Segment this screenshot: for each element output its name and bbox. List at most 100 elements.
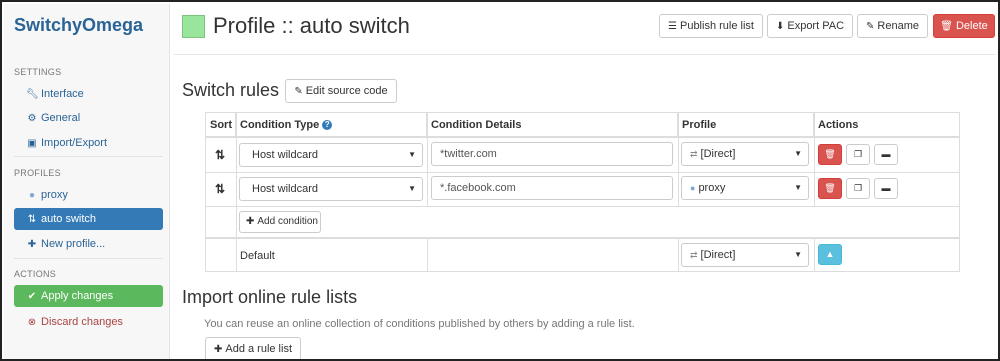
plus-icon: ✚ xyxy=(27,239,37,250)
edit-icon: ✎ xyxy=(294,86,303,97)
delete-rule-button[interactable]: 🗑︎ xyxy=(818,144,842,165)
condition-type-select[interactable]: Host wildcard ▼ xyxy=(239,177,423,201)
check-circle-icon: ✔ xyxy=(27,291,37,302)
comment-rule-button[interactable]: ▬ xyxy=(874,178,898,199)
cross-circle-icon: ⊗ xyxy=(27,317,37,328)
apply-label: Apply changes xyxy=(41,290,114,302)
download-icon: ⬇ xyxy=(775,21,785,32)
wrench-icon: 🔧︎ xyxy=(26,89,39,100)
actions-header: ACTIONS xyxy=(14,269,57,279)
apply-changes-button[interactable]: ✔ Apply changes xyxy=(14,285,163,307)
switch-rules-heading: Switch rules xyxy=(182,80,280,100)
edit-source-label: Edit source code xyxy=(305,85,388,97)
col-header-condition-type: Condition Type? xyxy=(236,113,427,138)
sidebar-item-interface[interactable]: 🔧︎ Interface xyxy=(14,83,163,105)
transfer-icon: ⇄ xyxy=(690,149,698,159)
discard-label: Discard changes xyxy=(41,316,123,328)
row-divider xyxy=(206,172,959,173)
switch-rules-table: Sort Condition Type? Condition Details P… xyxy=(205,112,960,272)
sidebar-item-new-profile[interactable]: ✚ New profile... xyxy=(14,233,163,255)
col-divider xyxy=(427,238,428,271)
clone-rule-button[interactable]: ❐ xyxy=(846,178,870,199)
plus-icon: ✚ xyxy=(246,216,255,227)
comment-icon: ▬ xyxy=(881,183,891,193)
floppy-icon: ▣ xyxy=(27,138,37,149)
col-divider xyxy=(678,113,679,207)
globe-icon: ● xyxy=(690,183,696,193)
default-profile-select[interactable]: ⇄ [Direct] ▼ xyxy=(681,243,809,267)
sort-handle-icon[interactable]: ⇅ xyxy=(215,148,225,162)
page-title: Profile :: auto switch xyxy=(213,13,410,38)
comment-icon: ▬ xyxy=(881,149,891,159)
gear-icon: ⚙ xyxy=(27,113,37,124)
col-divider xyxy=(814,238,815,271)
profile-color-swatch[interactable] xyxy=(182,15,205,38)
list-icon: ☰ xyxy=(668,21,677,32)
delete-rule-button[interactable]: 🗑︎ xyxy=(818,178,842,199)
clone-rule-button[interactable]: ❐ xyxy=(846,144,870,165)
sidebar-item-label: General xyxy=(41,112,81,124)
sidebar-item-label: New profile... xyxy=(41,238,106,250)
delete-button[interactable]: 🗑︎ Delete xyxy=(933,14,995,38)
plus-icon: ✚ xyxy=(213,344,223,355)
trash-icon: 🗑︎ xyxy=(824,149,836,159)
brand-title: SwitchyOmega xyxy=(14,15,144,35)
condition-details-input[interactable]: *twitter.com xyxy=(431,142,673,166)
sidebar-item-proxy[interactable]: ● proxy xyxy=(14,184,163,206)
chevron-up-icon: ▲ xyxy=(825,249,835,259)
caret-down-icon: ▼ xyxy=(794,183,802,192)
window-frame: SwitchyOmega SETTINGS 🔧︎ Interface ⚙ Gener… xyxy=(0,0,1000,361)
divider xyxy=(14,258,163,259)
add-rule-list-label: Add a rule list xyxy=(225,343,293,355)
edit-source-code-button[interactable]: ✎ Edit source code xyxy=(285,79,397,103)
publish-rule-list-button[interactable]: ☰ Publish rule list xyxy=(659,14,763,38)
comment-rule-button[interactable]: ▬ xyxy=(874,144,898,165)
divider xyxy=(14,156,163,157)
col-divider xyxy=(678,238,679,271)
rename-button[interactable]: ✎ Rename xyxy=(857,14,928,38)
add-condition-label: Add condition xyxy=(257,216,318,227)
import-rule-lists-heading: Import online rule lists xyxy=(182,287,358,307)
caret-down-icon: ▼ xyxy=(408,184,416,193)
sort-handle-icon[interactable]: ⇅ xyxy=(215,182,225,196)
col-header-sort: Sort xyxy=(206,113,236,138)
condition-type-select[interactable]: Host wildcard ▼ xyxy=(239,143,423,167)
trash-icon: 🗑︎ xyxy=(940,21,953,32)
profile-select[interactable]: ⇄ [Direct] ▼ xyxy=(681,142,809,166)
sidebar-item-label: Import/Export xyxy=(41,137,108,149)
discard-changes-button[interactable]: ⊗ Discard changes xyxy=(14,311,163,333)
transfer-icon: ⇄ xyxy=(690,250,698,260)
profile-value: proxy xyxy=(698,182,726,194)
row-divider xyxy=(206,237,959,239)
sidebar-item-auto-switch[interactable]: ⇅ auto switch xyxy=(14,208,163,230)
caret-down-icon: ▼ xyxy=(408,150,416,159)
move-up-button[interactable]: ▲ xyxy=(818,244,842,265)
sidebar-item-label: proxy xyxy=(41,189,68,201)
profile-select[interactable]: ● proxy ▼ xyxy=(681,176,809,200)
sidebar-item-label: auto switch xyxy=(41,213,97,225)
add-rule-list-button[interactable]: ✚ Add a rule list xyxy=(205,337,301,359)
profile-value: [Direct] xyxy=(700,249,736,261)
col-divider xyxy=(427,113,428,207)
add-condition-button[interactable]: ✚ Add condition xyxy=(239,211,321,233)
publish-label: Publish rule list xyxy=(679,20,754,32)
col-header-condition-details: Condition Details xyxy=(427,113,678,138)
export-pac-button[interactable]: ⬇ Export PAC xyxy=(767,14,853,38)
condition-type-value: Host wildcard xyxy=(252,149,319,161)
trash-icon: 🗑︎ xyxy=(824,183,836,193)
col-divider xyxy=(236,113,237,271)
globe-icon: ● xyxy=(28,190,36,201)
condition-details-input[interactable]: *.facebook.com xyxy=(431,176,673,200)
sidebar-item-label: Interface xyxy=(41,88,84,100)
default-label: Default xyxy=(240,250,275,262)
help-icon[interactable]: ? xyxy=(322,120,333,130)
profile-value: [Direct] xyxy=(700,148,736,160)
sidebar-item-import-export[interactable]: ▣ Import/Export xyxy=(14,132,163,154)
caret-down-icon: ▼ xyxy=(794,250,802,259)
sidebar-item-general[interactable]: ⚙ General xyxy=(14,107,163,129)
col-header-label: Condition Type xyxy=(240,119,320,131)
copy-icon: ❐ xyxy=(853,149,863,159)
row-divider xyxy=(206,206,959,207)
header-divider xyxy=(174,54,996,55)
rename-label: Rename xyxy=(877,20,919,32)
